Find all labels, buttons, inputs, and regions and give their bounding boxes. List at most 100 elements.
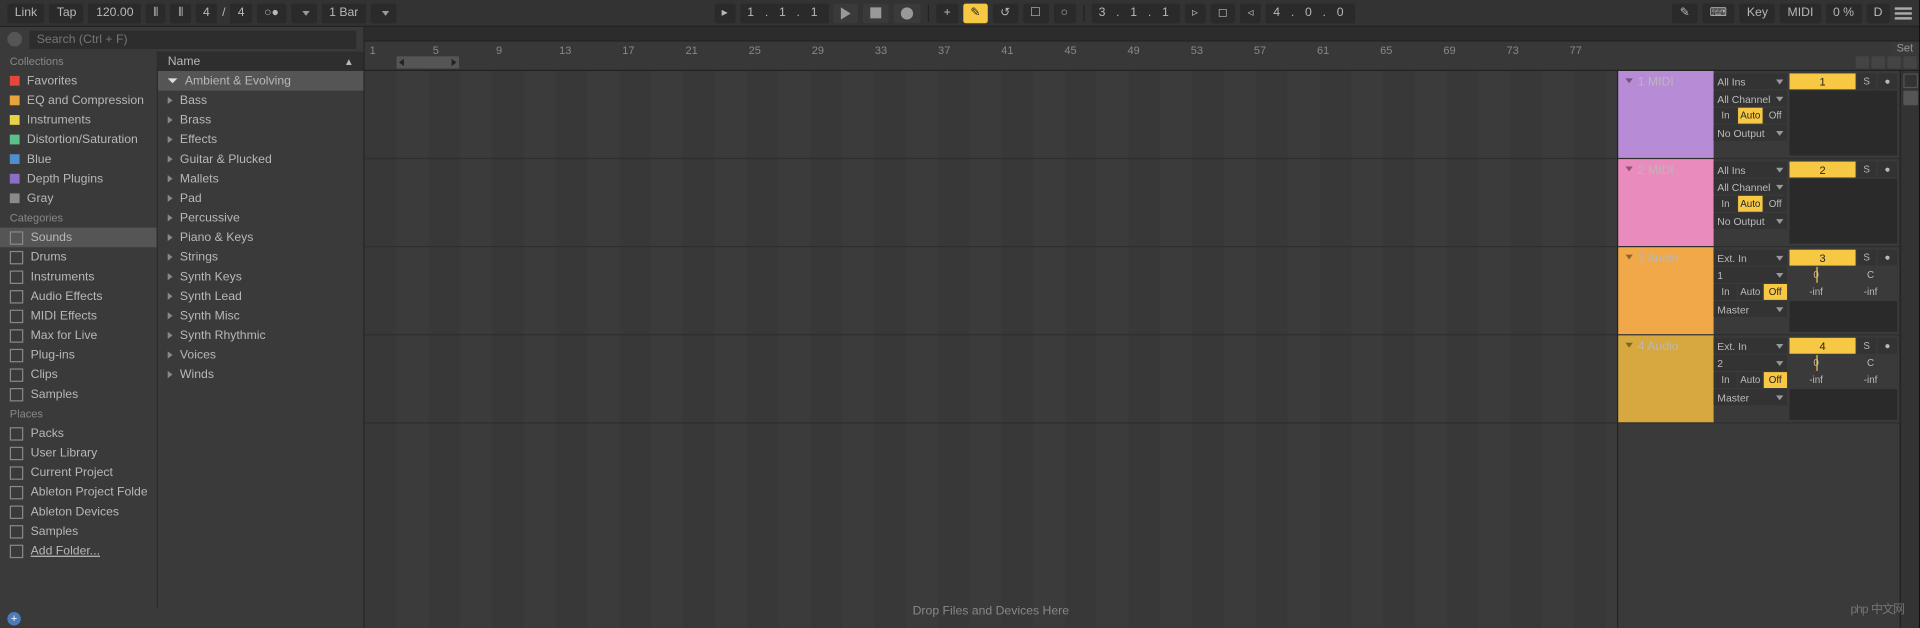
io-select[interactable]: Ext. In xyxy=(1714,338,1787,354)
sidebar-item[interactable]: MIDI Effects xyxy=(0,306,157,326)
loop-switch-button[interactable]: ◻ xyxy=(1210,3,1235,23)
browser-add-button[interactable]: + xyxy=(7,611,20,624)
sidebar-item[interactable]: Distortion/Saturation xyxy=(0,130,157,150)
track-title[interactable]: 4 Audio xyxy=(1618,335,1713,422)
io-select[interactable]: All Channel xyxy=(1714,179,1787,195)
sidebar-item[interactable]: Favorites xyxy=(0,71,157,91)
content-item[interactable]: Guitar & Plucked xyxy=(158,149,364,169)
track-lane[interactable] xyxy=(365,71,1617,159)
key-map-button[interactable]: Key xyxy=(1740,3,1776,23)
sidebar-item[interactable]: Depth Plugins xyxy=(0,169,157,189)
content-item[interactable]: Winds xyxy=(158,365,364,385)
io-select[interactable]: Ext. In xyxy=(1714,250,1787,266)
quantize-menu[interactable] xyxy=(371,3,397,23)
arm-button[interactable]: ● xyxy=(1878,73,1898,89)
position-display[interactable]: 1 . 1 . 1 xyxy=(740,3,829,23)
search-input[interactable] xyxy=(29,30,356,48)
sidebar-item[interactable]: Audio Effects xyxy=(0,286,157,306)
content-item[interactable]: Mallets xyxy=(158,169,364,189)
loop-start-display[interactable]: 3 . 1 . 1 xyxy=(1091,3,1180,23)
punch-out-button[interactable]: ◃ xyxy=(1240,3,1261,23)
monitor-auto[interactable]: Auto xyxy=(1738,372,1762,388)
keyboard-button[interactable]: ⌨ xyxy=(1702,3,1734,23)
sidebar-item[interactable]: Ableton Project Folder xyxy=(0,482,157,502)
sidebar-item[interactable]: Plug-ins xyxy=(0,345,157,365)
track-header[interactable]: 2 MIDIAll InsAll ChannelInAutoOffNo Outp… xyxy=(1618,159,1900,247)
arm-button[interactable]: ● xyxy=(1878,250,1898,266)
track-activator[interactable]: 3 xyxy=(1789,250,1855,266)
sig-den[interactable]: 4 xyxy=(230,3,251,23)
solo-button[interactable]: S xyxy=(1857,162,1877,178)
monitor-auto[interactable]: Auto xyxy=(1738,196,1762,212)
loop-brace[interactable] xyxy=(396,56,459,68)
io-select[interactable]: Master xyxy=(1714,389,1787,405)
io-select[interactable]: All Ins xyxy=(1714,162,1787,178)
sidebar-item[interactable]: Sounds xyxy=(0,228,157,248)
arrangement-view-button[interactable] xyxy=(1903,91,1918,106)
sidebar-item[interactable]: Gray xyxy=(0,188,157,208)
content-item[interactable]: Bass xyxy=(158,91,364,111)
pan-value[interactable]: C xyxy=(1844,267,1897,283)
content-item[interactable]: Effects xyxy=(158,130,364,150)
track-lane[interactable] xyxy=(365,159,1617,247)
overdub-button[interactable]: + xyxy=(936,3,958,23)
track-title[interactable]: 1 MIDI xyxy=(1618,71,1713,158)
draw-button[interactable]: ✎ xyxy=(1672,3,1697,23)
content-item[interactable]: Ambient & Evolving xyxy=(158,71,364,91)
session-view-button[interactable] xyxy=(1903,73,1918,88)
sidebar-item[interactable]: Clips xyxy=(0,365,157,385)
overload-button[interactable]: D xyxy=(1866,3,1890,23)
sidebar-item[interactable]: Packs xyxy=(0,424,157,444)
monitor-off[interactable]: Off xyxy=(1763,284,1787,300)
sidebar-item[interactable]: EQ and Compression xyxy=(0,91,157,111)
io-select[interactable]: Master xyxy=(1714,301,1787,317)
browser-collapse-button[interactable] xyxy=(7,32,22,47)
menu-icon[interactable] xyxy=(1895,7,1912,19)
metronome-menu[interactable] xyxy=(291,3,317,23)
sidebar-item[interactable]: Instruments xyxy=(0,267,157,287)
send-value[interactable]: -inf xyxy=(1844,372,1897,388)
content-header[interactable]: Name ▲ xyxy=(158,51,364,71)
arm-button[interactable]: ● xyxy=(1878,338,1898,354)
content-item[interactable]: Synth Lead xyxy=(158,286,364,306)
monitor-in[interactable]: In xyxy=(1714,372,1738,388)
loop-length-display[interactable]: 4 . 0 . 0 xyxy=(1266,3,1355,23)
io-select[interactable]: No Output xyxy=(1714,213,1787,229)
content-item[interactable]: Strings xyxy=(158,247,364,267)
io-select[interactable]: 2 xyxy=(1714,355,1787,371)
monitor-auto[interactable]: Auto xyxy=(1738,284,1762,300)
track-header[interactable]: 4 AudioExt. In2InAutoOffMaster4S●0C-inf-… xyxy=(1618,335,1900,423)
solo-button[interactable]: S xyxy=(1857,250,1877,266)
monitor-auto[interactable]: Auto xyxy=(1738,108,1762,124)
lock-button[interactable] xyxy=(1903,56,1916,68)
track-header[interactable]: 1 MIDIAll InsAll ChannelInAutoOffNo Outp… xyxy=(1618,71,1900,159)
pan-value[interactable]: C xyxy=(1844,355,1897,371)
track-lane[interactable] xyxy=(365,247,1617,335)
send-value[interactable]: -inf xyxy=(1789,372,1842,388)
track-header[interactable]: 3 AudioExt. In1InAutoOffMaster3S●0C-inf-… xyxy=(1618,247,1900,335)
monitor-in[interactable]: In xyxy=(1714,284,1738,300)
sidebar-item[interactable]: Samples xyxy=(0,384,157,404)
stop-button[interactable] xyxy=(863,3,889,23)
solo-button[interactable]: S xyxy=(1857,73,1877,89)
content-item[interactable]: Brass xyxy=(158,110,364,130)
metronome-button[interactable]: ○● xyxy=(257,3,286,23)
midi-map-button[interactable]: MIDI xyxy=(1780,3,1821,23)
play-button[interactable] xyxy=(833,3,857,23)
unfold-button[interactable] xyxy=(1871,56,1884,68)
punch-in-button[interactable]: ▹ xyxy=(1185,3,1206,23)
track-activator[interactable]: 4 xyxy=(1789,338,1855,354)
timeline-ruler[interactable]: 1591317212529333741454953576165697377 Se… xyxy=(365,42,1919,71)
reenable-auto-button[interactable]: ↺ xyxy=(993,3,1018,23)
overview-strip[interactable] xyxy=(365,27,1919,42)
track-title[interactable]: 2 MIDI xyxy=(1618,159,1713,246)
monitor-off[interactable]: Off xyxy=(1763,196,1787,212)
io-select[interactable]: No Output xyxy=(1714,125,1787,141)
follow-button[interactable]: ▸ xyxy=(714,3,735,23)
vol-value[interactable]: 0 xyxy=(1789,267,1842,283)
content-item[interactable]: Synth Misc xyxy=(158,306,364,326)
record-button[interactable] xyxy=(893,3,920,23)
clip-area[interactable]: Drop Files and Devices Here xyxy=(365,71,1617,628)
arm-button[interactable]: ● xyxy=(1878,162,1898,178)
sidebar-item[interactable]: Instruments xyxy=(0,110,157,130)
